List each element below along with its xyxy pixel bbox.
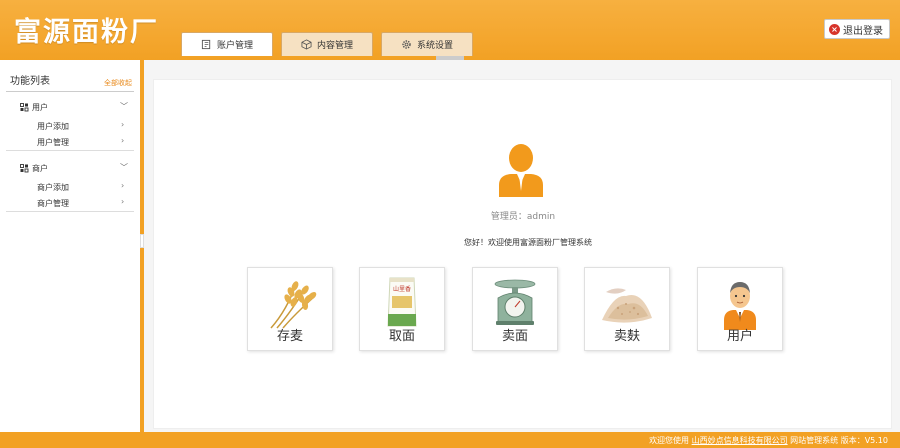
- card-sell-flour[interactable]: 卖面: [472, 267, 558, 351]
- flour-bag-icon: 山里香: [387, 277, 417, 327]
- collapse-all-link[interactable]: 全部收起: [104, 78, 132, 88]
- sidebar-group-merchants[interactable]: 商户: [20, 163, 48, 174]
- card-users[interactable]: 用户: [697, 267, 783, 351]
- tab-label: 内容管理: [316, 41, 353, 51]
- tab-account-management[interactable]: 账户管理: [181, 32, 273, 56]
- admin-role-label: 管理员：admin: [490, 212, 556, 222]
- gear-icon: [402, 40, 411, 49]
- card-store-wheat[interactable]: 存麦: [247, 267, 333, 351]
- sidebar-item-merchant-manage[interactable]: 商户管理: [37, 198, 69, 209]
- sidebar-divider-line: [6, 91, 134, 92]
- card-label: 存麦: [276, 329, 303, 344]
- card-label: 卖面: [501, 329, 528, 344]
- box-icon: [301, 39, 312, 50]
- scale-icon: [494, 279, 536, 325]
- grid-icon: [20, 103, 29, 112]
- sidebar-title: 功能列表: [10, 76, 50, 87]
- admin-avatar-icon: [499, 144, 543, 197]
- card-take-flour[interactable]: 山里香 取面: [359, 267, 445, 351]
- sidebar-item-user-add[interactable]: 用户添加: [37, 121, 69, 132]
- chevron-right-icon: ›: [121, 181, 125, 190]
- sidebar-group-users[interactable]: 用户: [20, 102, 48, 113]
- edit-icon: [201, 39, 211, 50]
- group-divider: [6, 150, 134, 151]
- sidebar-item-merchant-add[interactable]: 商户添加: [37, 182, 69, 193]
- welcome-panel: [153, 79, 892, 429]
- chevron-right-icon: ›: [121, 120, 125, 129]
- group-label: 商户: [32, 164, 48, 173]
- card-label: 卖麸: [613, 329, 640, 344]
- card-sell-bran[interactable]: 卖麸: [584, 267, 670, 351]
- card-label: 取面: [388, 329, 415, 344]
- group-label: 用户: [32, 103, 48, 112]
- footer-prefix: 欢迎您使用: [649, 436, 690, 445]
- app-logo: 富源面粉厂: [14, 17, 159, 48]
- footer-text: 欢迎您使用 山西妙点信息科技有限公司 网站管理系统 版本：V5.10: [649, 435, 888, 446]
- welcome-message: 您好！欢迎使用富源面粉厂管理系统: [464, 238, 592, 247]
- tab-content-management[interactable]: 内容管理: [281, 32, 373, 56]
- version-label: 版本：V5.10: [840, 436, 888, 445]
- chevron-right-icon: ›: [121, 136, 125, 145]
- user-avatar-icon: [724, 282, 756, 330]
- card-label: 用户: [726, 329, 753, 344]
- bran-pile-icon: [602, 288, 652, 323]
- chevron-right-icon: ›: [121, 197, 125, 206]
- company-link[interactable]: 山西妙点信息科技有限公司: [692, 436, 788, 445]
- wheat-icon: [270, 281, 317, 329]
- footer-suffix: 网站管理系统: [790, 436, 839, 445]
- tab-label: 账户管理: [216, 41, 253, 51]
- sidebar-item-user-manage[interactable]: 用户管理: [37, 137, 69, 148]
- grid-icon: [20, 164, 29, 173]
- tab-system-settings[interactable]: 系统设置: [381, 32, 473, 56]
- svg-text:山里香: 山里香: [393, 285, 411, 293]
- tab-label: 系统设置: [416, 41, 453, 51]
- logout-button[interactable]: × 退出登录: [824, 19, 890, 39]
- logout-label: 退出登录: [843, 25, 883, 37]
- close-icon: ×: [829, 23, 840, 35]
- chevron-down-icon[interactable]: ﹀: [120, 162, 128, 173]
- chevron-down-icon[interactable]: ﹀: [120, 101, 128, 112]
